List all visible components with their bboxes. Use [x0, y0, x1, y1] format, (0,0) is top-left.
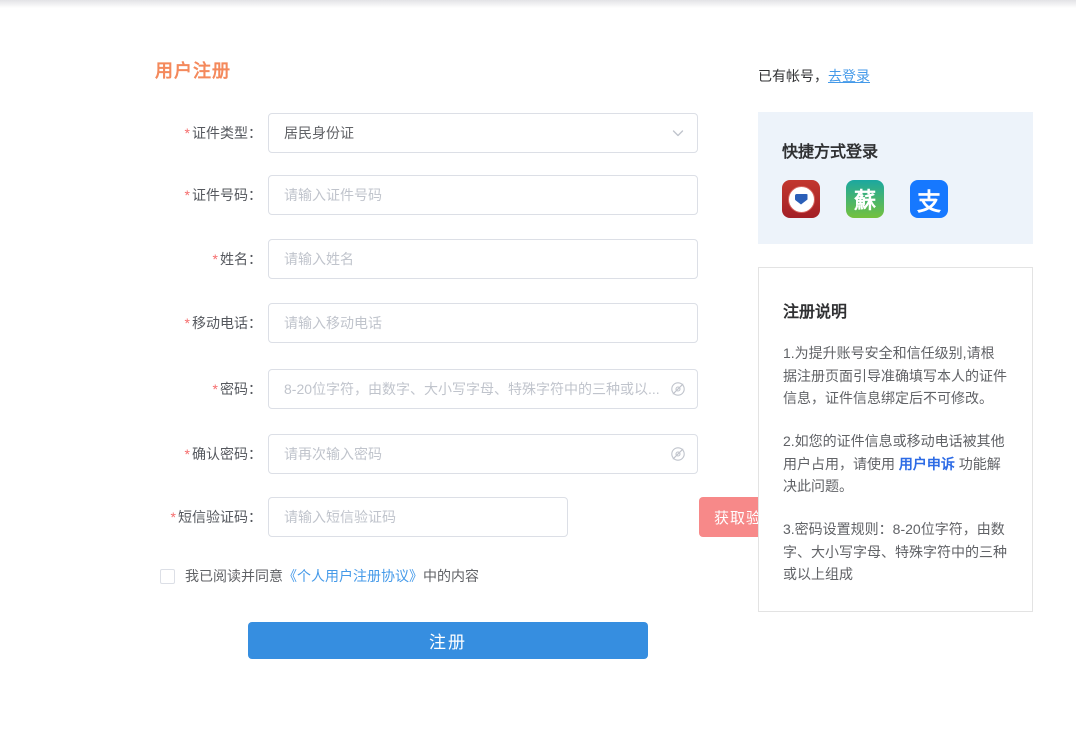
alipay-icon[interactable]: 支 [910, 180, 948, 218]
field-label: *证件号码： [148, 185, 262, 205]
chevron-down-icon[interactable] [669, 124, 687, 142]
form-row-id-number: *证件号码： [148, 175, 698, 215]
quick-login-panel: 快捷方式登录 蘇 支 [758, 112, 1033, 244]
name-input[interactable] [269, 240, 697, 278]
quick-login-icons: 蘇 支 [782, 180, 1009, 218]
su-service-app-icon[interactable]: 蘇 [846, 180, 884, 218]
registration-note-3: 3.密码设置规则：8-20位字符，由数字、大小写字母、特殊字符中的三种或以上组成 [783, 518, 1008, 586]
field-label: *确认密码： [148, 444, 262, 464]
field-label: *密码： [148, 379, 262, 399]
id-number-input[interactable] [269, 176, 697, 214]
login-hint-text: 已有帐号， [758, 68, 828, 84]
top-edge-shadow [0, 0, 1076, 8]
user-appeal-link[interactable]: 用户申诉 [899, 456, 955, 472]
registration-notes-title: 注册说明 [783, 298, 1008, 322]
login-hint: 已有帐号，去登录 [758, 66, 870, 86]
registration-note-2: 2.如您的证件信息或移动电话被其他用户占用，请使用 用户申诉 功能解决此问题。 [783, 430, 1008, 498]
page-title: 用户注册 [155, 57, 231, 83]
required-mark: * [185, 125, 190, 141]
form-row-sms-code: *短信验证码： [148, 497, 568, 537]
required-mark: * [213, 251, 218, 267]
form-row-confirm-password: *确认密码： [148, 434, 698, 474]
id-type-select[interactable]: 居民身份证 [268, 113, 698, 153]
eye-off-icon[interactable] [669, 380, 687, 398]
required-mark: * [185, 315, 190, 331]
quick-login-title: 快捷方式登录 [782, 138, 1009, 162]
required-mark: * [185, 187, 190, 203]
agreement-checkbox[interactable] [160, 569, 175, 584]
gov-app-seal [788, 186, 815, 213]
agreement-text-suffix: 中的内容 [423, 566, 479, 586]
password-input[interactable] [269, 370, 697, 408]
field-label: *短信验证码： [148, 507, 262, 527]
sms-code-input[interactable] [269, 498, 567, 536]
field-label: *移动电话： [148, 313, 262, 333]
id-type-selected-value: 居民身份证 [269, 123, 354, 143]
required-mark: * [213, 381, 218, 397]
agreement-text-prefix: 我已阅读并同意 [185, 566, 283, 586]
registration-notes-panel: 注册说明 1.为提升账号安全和信任级别,请根据注册页面引导准确填写本人的证件信息… [758, 267, 1033, 612]
field-label: *证件类型： [148, 123, 262, 143]
register-button[interactable]: 注册 [248, 622, 648, 659]
form-row-mobile: *移动电话： [148, 303, 698, 343]
confirm-password-input[interactable] [269, 435, 697, 473]
mobile-phone-input[interactable] [269, 304, 697, 342]
agreement-row: 我已阅读并同意 《个人用户注册协议》 中的内容 [160, 566, 479, 586]
gov-app-icon[interactable] [782, 180, 820, 218]
form-row-password: *密码： [148, 369, 698, 409]
registration-note-1: 1.为提升账号安全和信任级别,请根据注册页面引导准确填写本人的证件信息，证件信息… [783, 342, 1008, 410]
form-row-name: *姓名： [148, 239, 698, 279]
go-login-link[interactable]: 去登录 [828, 68, 870, 84]
field-label: *姓名： [148, 249, 262, 269]
form-row-id-type: *证件类型： 居民身份证 [148, 113, 698, 153]
user-agreement-link[interactable]: 《个人用户注册协议》 [283, 566, 423, 586]
required-mark: * [185, 446, 190, 462]
eye-off-icon[interactable] [669, 445, 687, 463]
required-mark: * [171, 509, 176, 525]
